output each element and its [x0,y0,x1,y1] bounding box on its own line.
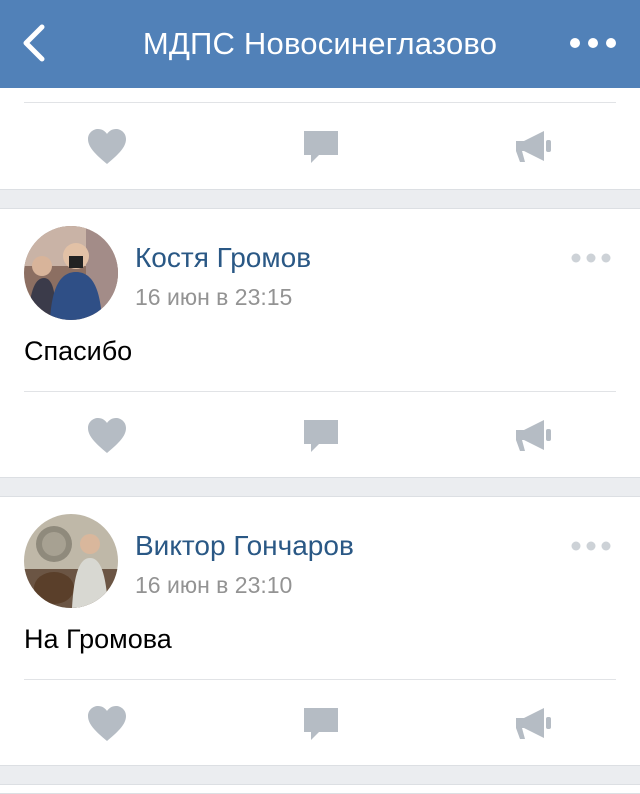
more-horizontal-icon [571,253,611,263]
divider [24,391,616,392]
post-card-next [0,784,640,794]
post-text: Спасибо [24,336,133,366]
avatar-photo [24,226,118,320]
author-name[interactable]: Костя Громов [135,242,311,274]
back-button[interactable] [8,18,58,68]
more-horizontal-icon [570,38,616,48]
post-actions [0,393,640,479]
divider [24,679,616,680]
like-button[interactable] [67,393,147,479]
heart-icon [88,418,126,453]
avatar[interactable] [24,514,118,608]
chevron-left-icon [23,24,45,62]
comment-button[interactable] [281,393,361,479]
post-time[interactable]: 16 июн в 23:15 [135,284,292,311]
megaphone-icon [516,131,551,162]
share-button[interactable] [494,393,574,479]
comment-icon [304,708,338,740]
more-button[interactable] [566,20,620,66]
avatar-photo [24,514,118,608]
avatar[interactable] [24,226,118,320]
post-actions [0,104,640,190]
share-button[interactable] [494,681,574,767]
like-button[interactable] [67,681,147,767]
heart-icon [88,129,126,164]
navigation-bar: МДПС Новосинеглазово [0,0,640,88]
comment-icon [304,131,338,163]
author-name[interactable]: Виктор Гончаров [135,530,354,562]
post-more-button[interactable] [568,246,614,270]
post-more-button[interactable] [568,534,614,558]
more-horizontal-icon [571,541,611,551]
heart-icon [88,706,126,741]
megaphone-icon [516,708,551,739]
comment-icon [304,420,338,452]
divider [24,102,616,103]
comment-button[interactable] [281,104,361,190]
like-button[interactable] [67,104,147,190]
post-card: Костя Громов 16 июн в 23:15 Спасибо [0,208,640,478]
post-card-previous [0,88,640,190]
post-actions [0,681,640,767]
post-card: Виктор Гончаров 16 июн в 23:10 На Громов… [0,496,640,766]
megaphone-icon [516,420,551,451]
post-time[interactable]: 16 июн в 23:10 [135,572,292,599]
comment-button[interactable] [281,681,361,767]
page-title: МДПС Новосинеглазово [142,26,498,61]
share-button[interactable] [494,104,574,190]
post-text: На Громова [24,624,172,654]
